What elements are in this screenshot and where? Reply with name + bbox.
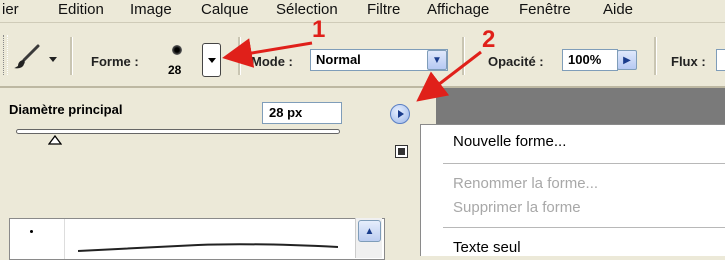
chevron-right-icon: ▶ bbox=[623, 54, 631, 66]
brush-preset-dot-icon[interactable] bbox=[30, 230, 33, 233]
brush-tip-icon[interactable] bbox=[172, 45, 182, 55]
opacite-value: 100% bbox=[568, 52, 602, 67]
menu-separator bbox=[443, 163, 725, 164]
menu-selection[interactable]: Sélection bbox=[276, 1, 338, 18]
flux-label: Flux : bbox=[671, 54, 706, 69]
opacite-input[interactable]: 100% bbox=[562, 49, 618, 71]
menu-image[interactable]: Image bbox=[130, 1, 172, 18]
tool-preset-chevron-down-icon[interactable] bbox=[49, 57, 57, 62]
chevron-right-icon bbox=[398, 110, 404, 118]
chevron-up-icon[interactable]: ▲ bbox=[358, 220, 381, 242]
options-bar: Forme : 28 Mode : Normal ▼ Opacité : 100… bbox=[0, 23, 725, 88]
flux-input[interactable] bbox=[716, 49, 725, 71]
menu-affichage[interactable]: Affichage bbox=[427, 1, 489, 18]
canvas-background bbox=[436, 88, 725, 124]
menu-item-nouvelle-forme[interactable]: Nouvelle forme... bbox=[453, 133, 566, 150]
diametre-input[interactable]: 28 px bbox=[262, 102, 342, 124]
opacite-slider-button[interactable]: ▶ bbox=[617, 50, 637, 70]
menu-calque[interactable]: Calque bbox=[201, 1, 249, 18]
menu-item-renommer-forme[interactable]: Renommer la forme... bbox=[453, 175, 598, 192]
menu-bar: ier Edition Image Calque Sélection Filtr… bbox=[0, 0, 725, 23]
brush-picker-button[interactable] bbox=[202, 43, 221, 77]
annotation-marker-2: 2 bbox=[482, 26, 496, 53]
menu-aide[interactable]: Aide bbox=[603, 1, 633, 18]
diametre-value: 28 px bbox=[269, 105, 303, 120]
brush-list-scrollbar[interactable]: ▲ bbox=[355, 218, 382, 258]
menu-edition[interactable]: Edition bbox=[58, 1, 104, 18]
menu-filtre[interactable]: Filtre bbox=[367, 1, 400, 18]
diametre-slider-thumb[interactable] bbox=[47, 132, 63, 145]
chevron-down-icon bbox=[207, 57, 216, 63]
chevron-down-icon: ▼ bbox=[432, 54, 442, 66]
menu-item-supprimer-forme[interactable]: Supprimer la forme bbox=[453, 199, 581, 216]
new-preset-icon[interactable] bbox=[395, 145, 408, 158]
menu-fichier[interactable]: ier bbox=[2, 1, 19, 18]
forme-label: Forme : bbox=[91, 54, 139, 69]
diametre-slider-track[interactable] bbox=[16, 129, 340, 134]
opacite-label: Opacité : bbox=[488, 54, 544, 69]
separator bbox=[462, 37, 465, 75]
menu-separator bbox=[443, 227, 725, 228]
menu-item-texte-seul[interactable]: Texte seul bbox=[453, 239, 521, 256]
brush-size-value: 28 bbox=[168, 63, 182, 77]
divider bbox=[64, 219, 65, 259]
annotation-marker-1: 1 bbox=[312, 16, 326, 43]
brush-panel: Diamètre principal 28 px ▲ bbox=[0, 88, 422, 260]
mode-label: Mode : bbox=[251, 54, 293, 69]
brush-icon[interactable] bbox=[12, 43, 42, 71]
toolbar-gripper[interactable] bbox=[3, 35, 8, 75]
diametre-label: Diamètre principal bbox=[9, 102, 123, 117]
separator bbox=[238, 37, 241, 75]
play-circle-icon[interactable] bbox=[390, 104, 410, 124]
mode-dropdown-button[interactable]: ▼ bbox=[427, 50, 447, 70]
panel-flyout-menu: Nouvelle forme... Renommer la forme... S… bbox=[420, 124, 725, 256]
menu-fenetre[interactable]: Fenêtre bbox=[519, 1, 571, 18]
mode-value: Normal bbox=[316, 52, 361, 67]
brush-list[interactable] bbox=[9, 218, 385, 260]
separator bbox=[70, 37, 73, 75]
separator bbox=[654, 37, 657, 75]
